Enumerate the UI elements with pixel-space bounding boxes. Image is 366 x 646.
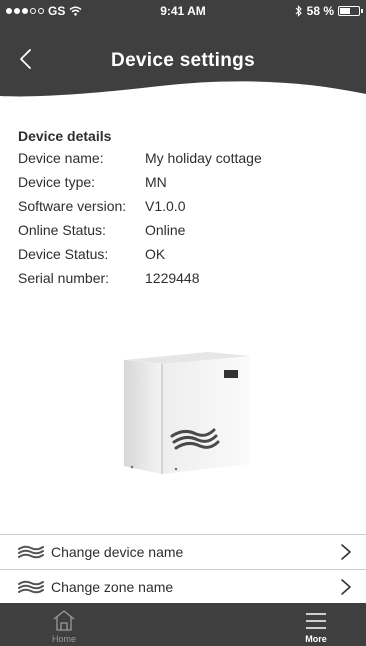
dehumidifier-unit-illustration [124, 352, 250, 474]
detail-label: Device Status: [18, 246, 109, 262]
brand-wave-icon [18, 545, 44, 559]
detail-value: V1.0.0 [145, 198, 186, 214]
detail-value: 1229448 [145, 270, 200, 286]
menu-item-label: Change device name [51, 544, 184, 560]
detail-value: My holiday cottage [145, 150, 262, 166]
detail-row-device-name: Device name: My holiday cottage [18, 149, 262, 173]
home-icon [53, 610, 75, 631]
bottom-tab-bar: Home More [0, 603, 366, 646]
status-right: 58 % [295, 4, 363, 18]
chevron-right-icon [341, 544, 351, 560]
chevron-right-icon [341, 579, 351, 595]
detail-label: Device name: [18, 150, 104, 166]
detail-label: Software version: [18, 198, 127, 214]
status-bar: GS 9:41 AM 58 % [0, 0, 366, 22]
section-heading: Device details [18, 128, 112, 144]
bluetooth-icon [295, 5, 302, 17]
header-bar: Device settings [0, 22, 366, 102]
detail-row-serial-number: Serial number: 1229448 [18, 269, 262, 293]
detail-row-device-type: Device type: MN [18, 173, 262, 197]
menu-item-label: Change zone name [51, 579, 174, 595]
brand-wave-icon [18, 580, 44, 594]
page-title: Device settings [111, 50, 255, 71]
change-device-name-button[interactable]: Change device name [0, 534, 366, 569]
device-details-section: Device details Device name: My holiday c… [18, 128, 262, 293]
change-zone-name-button[interactable]: Change zone name [0, 569, 366, 604]
detail-row-device-status: Device Status: OK [18, 245, 262, 269]
battery-percent: 58 % [306, 4, 334, 18]
detail-value: OK [145, 246, 166, 262]
detail-label: Device type: [18, 174, 96, 190]
battery-icon [338, 6, 363, 16]
detail-value: Online [145, 222, 186, 238]
settings-menu-list: Change device name Change zone name [0, 534, 366, 604]
detail-value: MN [145, 174, 167, 190]
tab-home[interactable]: Home [24, 603, 104, 646]
tab-label: Home [51, 634, 76, 644]
detail-label: Serial number: [18, 270, 110, 286]
device-image [118, 350, 254, 483]
detail-row-software-version: Software version: V1.0.0 [18, 197, 262, 221]
detail-row-online-status: Online Status: Online [18, 221, 262, 245]
detail-label: Online Status: [18, 222, 106, 238]
tab-more[interactable]: More [276, 603, 356, 646]
menu-lines-icon [306, 613, 326, 629]
tab-label: More [305, 634, 327, 644]
